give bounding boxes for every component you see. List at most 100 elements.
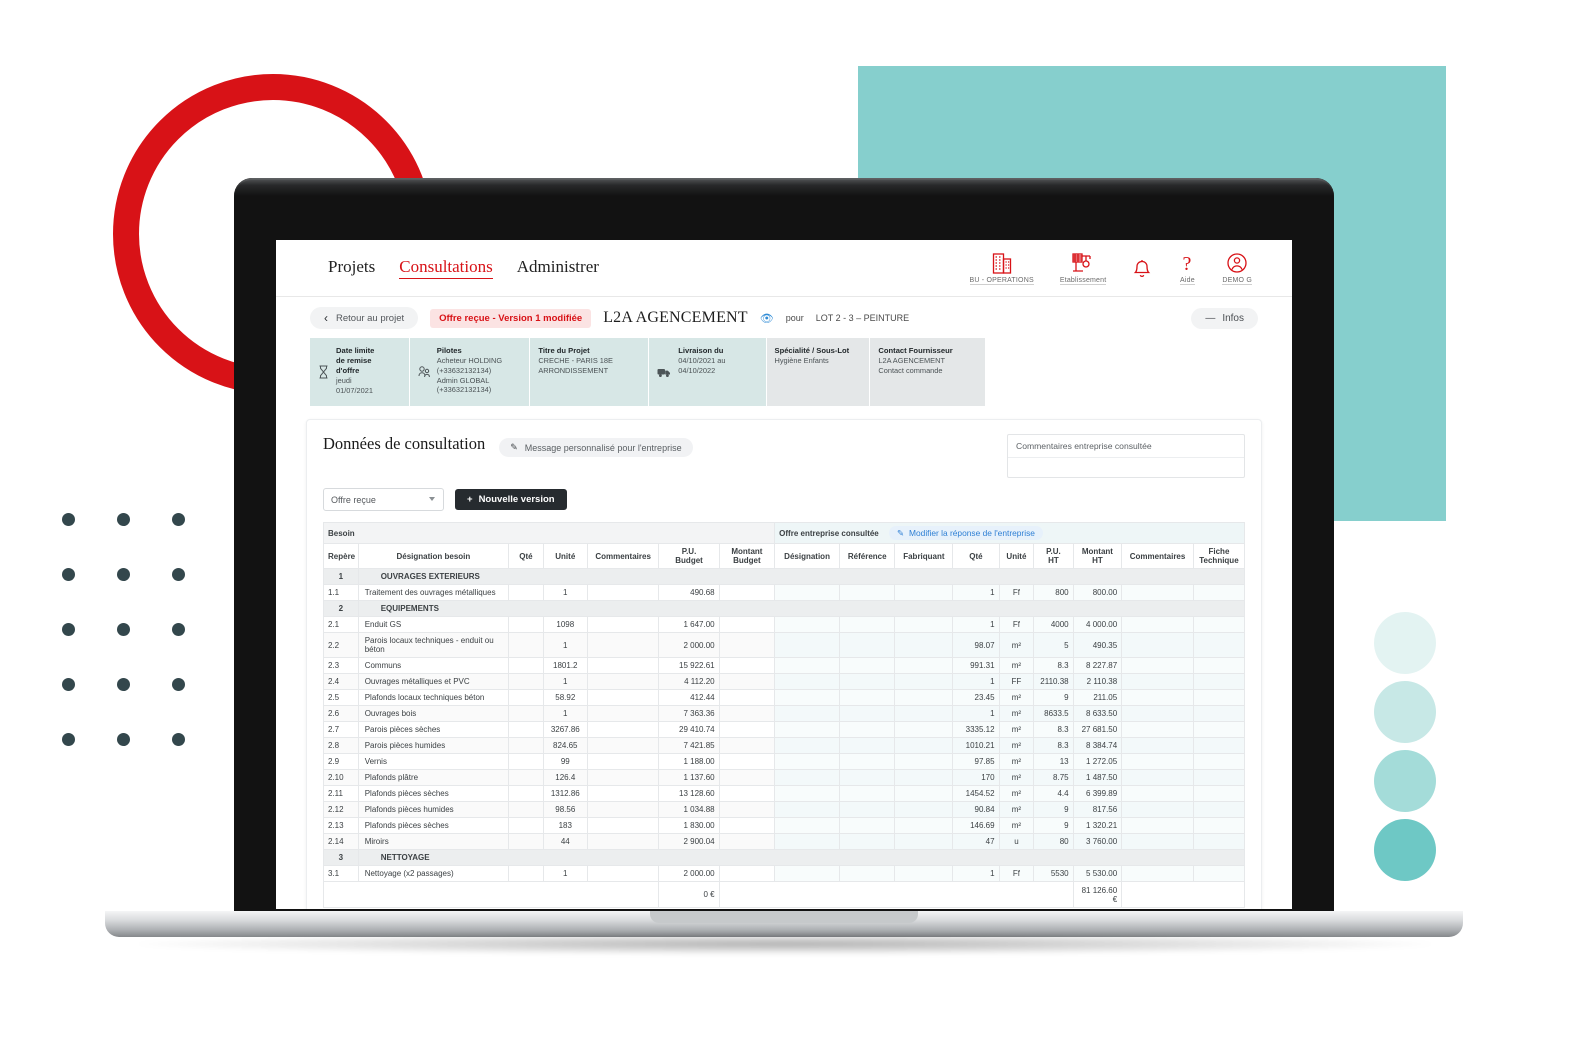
table-row[interactable]: 2.8 Parois pièces humides 824.65 7 421.85 10…: [323, 737, 1246, 754]
qte-cell: [508, 616, 544, 633]
offer-fiche-cell: [1192, 769, 1246, 786]
band-offre-label: Offre entreprise consultée: [779, 529, 879, 538]
col-pu-budget: P.U. Budget: [658, 543, 720, 569]
commentaires-cell: [586, 584, 660, 601]
table-band-row: Besoin Offre entreprise consultée ✎ Modi…: [322, 522, 1245, 544]
qte-cell: [508, 689, 544, 706]
table-row[interactable]: 1.1 Traitement des ouvrages métalliques 1 4…: [323, 584, 1246, 601]
section-number: 1: [323, 568, 359, 585]
unite-cell: 1312.86: [542, 785, 588, 802]
offer-commentaires-cell: [1121, 801, 1194, 818]
eye-icon[interactable]: 👁: [760, 312, 774, 325]
repere-cell: 2.5: [323, 689, 359, 706]
notifications-item[interactable]: [1132, 258, 1152, 285]
table-row[interactable]: 2.4 Ouvrages métalliques et PVC 1 4 112.20 1…: [323, 673, 1246, 690]
pilots-icon: [418, 346, 430, 398]
table-row[interactable]: 2.7 Parois pièces sèches 3267.86 29 410.74 3…: [323, 721, 1246, 738]
bu-operations-item[interactable]: BU - OPERATIONS: [969, 251, 1034, 285]
pu-budget-cell: 1 647.00: [658, 616, 720, 633]
table-row[interactable]: 3.1 Nettoyage (x2 passages) 1 2 000.00 1 Ff 55…: [323, 865, 1246, 882]
offer-unite-cell: m²: [998, 689, 1035, 706]
back-to-project-button[interactable]: ‹ Retour au projet: [310, 307, 419, 329]
personalised-message-button[interactable]: ✎ Message personnalisé pour l'entreprise: [499, 438, 693, 457]
nav-item-administrer[interactable]: Administrer: [517, 257, 599, 277]
table-row[interactable]: 2.10 Plafonds plâtre 126.4 1 137.60 170 m² 8.7…: [323, 769, 1246, 786]
minus-icon: —: [1205, 312, 1216, 324]
offer-fiche-cell: [1192, 632, 1246, 658]
table-row[interactable]: 2.11 Plafonds pièces sèches 1312.86 13 128.…: [323, 785, 1246, 802]
main-nav: Projets Consultations Administrer: [328, 257, 599, 279]
commentaires-cell: [586, 801, 660, 818]
table-row[interactable]: 2.13 Plafonds pièces sèches 183 1 830.00 146…: [323, 817, 1246, 834]
table-row[interactable]: 2.6 Ouvrages bois 1 7 363.36 1 m² 8633.5 8 633.…: [323, 705, 1246, 722]
table-footer: 0 € 81 126.60 €: [322, 881, 1245, 908]
offer-montant-ht-cell: 1 320.21: [1072, 817, 1123, 834]
company-comments-box[interactable]: Commentaires entreprise consultée: [1007, 434, 1245, 478]
company-comments-value[interactable]: [1008, 458, 1244, 477]
pu-budget-cell: 2 900.04: [658, 833, 720, 850]
col-unite-besoin: Unité: [542, 543, 588, 569]
nav-item-consultations[interactable]: Consultations: [399, 257, 493, 279]
etablissement-item[interactable]: Etablissement: [1059, 251, 1107, 285]
commentaires-cell: [586, 689, 660, 706]
help-label: Aide: [1180, 277, 1195, 285]
offer-commentaires-cell: [1121, 657, 1194, 674]
status-badge: Offre reçue - Version 1 modifiée: [430, 308, 592, 328]
unite-cell: 1801.2: [542, 657, 588, 674]
offer-fiche-cell: [1192, 657, 1246, 674]
unite-cell: 1: [542, 584, 588, 601]
total-budget: 0 €: [658, 881, 720, 908]
offer-qte-cell: 1: [952, 865, 1000, 882]
user-menu-item[interactable]: DEMO G: [1222, 251, 1252, 285]
table-row[interactable]: 2.12 Plafonds pièces humides 98.56 1 034.88…: [323, 801, 1246, 818]
offer-reference-cell: [838, 737, 896, 754]
offer-fiche-cell: [1192, 705, 1246, 722]
offer-qte-cell: 3335.12: [952, 721, 1000, 738]
designation-cell: Communs: [357, 657, 510, 674]
qte-cell: [508, 721, 544, 738]
infos-toggle-button[interactable]: — Infos: [1191, 307, 1258, 329]
offer-version-select[interactable]: Offre reçue: [323, 488, 444, 511]
offer-fabriquant-cell: [894, 737, 954, 754]
unite-cell: 183: [542, 817, 588, 834]
montant-budget-cell: [718, 616, 776, 633]
unite-cell: 1098: [542, 616, 588, 633]
offer-montant-ht-cell: 8 384.74: [1072, 737, 1123, 754]
col-commentaires-offre: Commentaires: [1121, 543, 1194, 569]
unite-cell: 1: [542, 673, 588, 690]
offer-qte-cell: 23.45: [952, 689, 1000, 706]
unite-cell: 44: [542, 833, 588, 850]
new-version-button[interactable]: + Nouvelle version: [455, 489, 567, 510]
laptop-shadow: [139, 933, 1431, 955]
card-titre-projet-line-1: ARRONDISSEMENT: [538, 365, 609, 375]
table-row[interactable]: 2.14 Miroirs 44 2 900.04 47 u 80 3 760.00: [323, 833, 1246, 850]
offer-reference-cell: [838, 817, 896, 834]
qte-cell: [508, 769, 544, 786]
user-label: DEMO G: [1222, 277, 1252, 285]
offer-unite-cell: u: [998, 833, 1035, 850]
table-row[interactable]: 2.1 Enduit GS 1098 1 647.00 1 Ff 4000 4 000.00: [323, 616, 1246, 633]
table-row[interactable]: 2.3 Communs 1801.2 15 922.61 991.31 m² 8.3 8 22…: [323, 657, 1246, 674]
offer-version-value: Offre reçue: [331, 494, 376, 505]
card-titre-projet-line-0: CRECHE - PARIS 18E: [538, 356, 613, 366]
nav-item-projets[interactable]: Projets: [328, 257, 375, 277]
table-row[interactable]: 2.2 Parois locaux techniques - enduit ou …: [323, 632, 1246, 658]
breadcrumb: ‹ Retour au projet Offre reçue - Version…: [310, 307, 1258, 329]
col-repere: Repère: [323, 543, 359, 569]
edit-company-response-link[interactable]: ✎ Modifier la réponse de l'entreprise: [889, 526, 1043, 540]
help-item[interactable]: ? Aide: [1178, 251, 1196, 285]
offer-fabriquant-cell: [894, 817, 954, 834]
table-row[interactable]: 2.5 Plafonds locaux techniques béton 58.92…: [323, 689, 1246, 706]
offer-fabriquant-cell: [894, 657, 954, 674]
offer-qte-cell: 1010.21: [952, 737, 1000, 754]
offer-reference-cell: [838, 801, 896, 818]
table-row[interactable]: 2.9 Vernis 99 1 188.00 97.85 m² 13 1 272.05: [323, 753, 1246, 770]
app-topbar: Projets Consultations Administrer BU - O…: [276, 240, 1292, 297]
truck-icon: [657, 346, 671, 398]
offer-designation-cell: [774, 657, 840, 674]
offer-qte-cell: 47: [952, 833, 1000, 850]
offer-fabriquant-cell: [894, 616, 954, 633]
designation-cell: Ouvrages bois: [357, 705, 510, 722]
offer-qte-cell: 90.84: [952, 801, 1000, 818]
repere-cell: 2.11: [323, 785, 359, 802]
